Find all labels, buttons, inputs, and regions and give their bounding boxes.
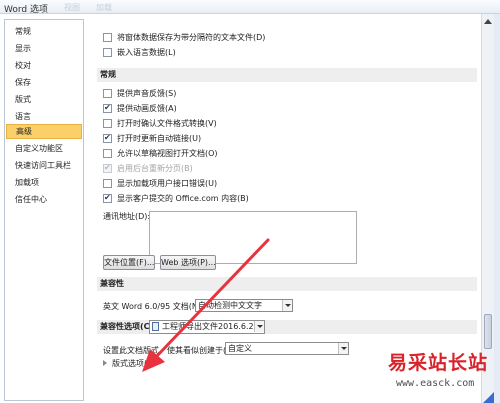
sidebar-item-customize-ribbon[interactable]: 自定义功能区 [6,141,82,156]
checkbox[interactable] [103,132,112,144]
sidebar-item-display[interactable]: 显示 [6,41,82,56]
select-value: 自定义 [228,344,252,353]
sidebar-item-proofing[interactable]: 校对 [6,58,82,73]
document-icon [152,322,159,331]
watermark-title: 易采站长站 [388,352,489,374]
sidebar-item-advanced[interactable]: 高级 [6,124,82,139]
vertical-scrollbar[interactable] [481,14,494,403]
sidebar-item-layout[interactable]: 版式 [6,92,82,107]
option-label: 允许以草稿视图打开文档(O) [117,149,218,158]
option-label: 提供动画反馈(A) [117,104,177,113]
title-bar: Word 选项 视图 加载 [0,0,500,15]
layout-as-if-select[interactable]: 自定义 [225,342,349,355]
section-header-general: 常规 [97,68,477,82]
ghost-tab-view: 视图 [64,3,80,12]
option-label: 嵌入语言数据(L) [117,48,176,57]
checkbox [103,162,112,174]
option-label: 将窗体数据保存为带分隔符的文本文件(D) [117,33,266,42]
sidebar-item-save[interactable]: 保存 [6,75,82,90]
compat-options-label: 兼容性选项(C): [100,322,157,331]
site-watermark: 易采站长站 www.easck.com [388,348,498,403]
select-value: 工程师导出文件2016.6.28 [162,322,259,331]
select-value: 自动检测中文文字 [198,301,262,310]
window-edge [494,14,500,403]
watermark-url: www.easck.com [396,378,475,389]
options-sidebar: 常规 显示 校对 保存 版式 语言 高级 自定义功能区 快速访问工具栏 加载项 … [4,19,84,401]
scroll-up-arrow-icon[interactable] [484,19,492,24]
checkbox[interactable] [103,48,112,57]
word6-docs-select[interactable]: 自动检测中文文字 [195,299,293,312]
ghost-tab-addins: 加载 [96,3,112,12]
option-label: 打开时确认文件格式转换(V) [117,119,217,128]
sidebar-item-quick-access-toolbar[interactable]: 快速访问工具栏 [6,158,82,173]
word6-docs-label: 英文 Word 6.0/95 文档(N): [103,302,204,311]
option-label: 启用后台重新分页(B) [117,164,193,173]
compat-document-select[interactable]: 工程师导出文件2016.6.28 [149,320,265,334]
sidebar-item-addins[interactable]: 加载项 [6,175,82,190]
chevron-down-icon[interactable] [338,343,348,354]
sidebar-item-general[interactable]: 常规 [6,24,82,39]
checkbox[interactable] [103,102,112,114]
mailing-address-label: 通讯地址(D): [103,212,151,221]
layout-as-if-label: 设置此文档版式，使其看似创建于(U): [103,346,238,355]
chevron-down-icon[interactable] [254,321,264,332]
advanced-options-panel: 将窗体数据保存为带分隔符的文本文件(D) 嵌入语言数据(L) 常规 提供声音反馈… [89,14,481,403]
option-label: 显示客户提交的 Office.com 内容(B) [117,194,249,203]
web-options-button[interactable]: Web 选项(P)... [160,255,216,270]
checkbox[interactable] [103,149,112,158]
section-header-compatibility: 兼容性 [97,277,477,291]
checkbox[interactable] [103,119,112,128]
scrollbar-thumb[interactable] [484,314,492,349]
option-label: 打开时更新自动链接(U) [117,134,202,143]
sidebar-item-language[interactable]: 语言 [6,109,82,124]
checkbox[interactable] [103,192,112,204]
checkbox[interactable] [103,89,112,98]
checkbox[interactable] [103,33,112,42]
window-title: Word 选项 [4,5,48,15]
option-label: 显示加载项用户接口错误(U) [117,179,218,188]
option-label: 提供声音反馈(S) [117,89,177,98]
chevron-down-icon[interactable] [282,300,292,311]
checkbox[interactable] [103,179,112,188]
watermark-corner-icon [482,392,494,403]
sidebar-item-trust-center[interactable]: 信任中心 [6,192,82,207]
layout-options-label: 版式选项(L) [112,359,155,368]
expand-triangle-icon[interactable] [103,360,107,366]
file-locations-button[interactable]: 文件位置(F)... [103,255,155,270]
